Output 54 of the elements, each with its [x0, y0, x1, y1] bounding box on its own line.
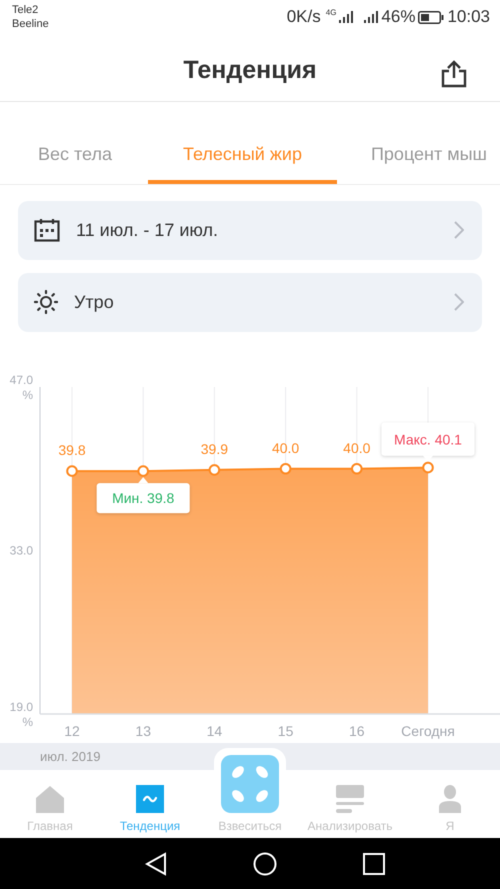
house-icon — [35, 785, 65, 814]
value-label: 40.0 — [343, 439, 370, 456]
scale-icon — [221, 755, 279, 814]
nav-item[interactable]: Анализировать — [300, 770, 400, 838]
battery-icon — [418, 10, 444, 24]
annotation: Мин. 39.8 — [112, 490, 175, 506]
carrier-name: Beeline — [12, 17, 49, 31]
axis-tick-label: 19.0 % — [10, 700, 33, 729]
tab[interactable]: Телесный жир — [148, 102, 337, 184]
data-point — [66, 464, 78, 476]
page-title: Тенденция — [183, 56, 317, 85]
nav-item[interactable]: Взвеситься — [200, 748, 300, 838]
axis-tick-label: 14 — [206, 722, 222, 739]
clock: 10:03 — [447, 7, 490, 27]
network-type: 4G — [326, 8, 336, 17]
back-icon[interactable] — [145, 852, 167, 876]
network-speed: 0K/s — [286, 7, 321, 27]
value-label: 40.0 — [272, 439, 300, 456]
data-point — [280, 462, 292, 474]
recents-icon[interactable] — [363, 852, 385, 875]
nav-item[interactable]: Главная — [0, 770, 100, 838]
data-point — [351, 462, 363, 474]
share-icon[interactable] — [441, 60, 467, 88]
nav-item[interactable]: Тенденция — [100, 770, 200, 838]
axis-tick-label: Сегодня — [401, 722, 455, 739]
axis-tick-label: 15 — [278, 722, 294, 739]
home-icon[interactable] — [253, 852, 277, 876]
nav-item[interactable]: Я — [400, 770, 500, 838]
axis-tick-label: 16 — [349, 722, 365, 739]
carrier-name: Tele2 — [12, 3, 40, 17]
axis-tick-label: 13 — [135, 722, 151, 739]
tab[interactable]: Вес тела — [8, 102, 142, 184]
value-label: 39.9 — [200, 440, 228, 457]
value-label: 39.8 — [58, 442, 86, 458]
person-icon — [439, 785, 461, 814]
sun-icon — [34, 290, 58, 314]
document-icon — [336, 785, 364, 814]
signal-icon — [364, 11, 378, 23]
battery-percent: 46% — [381, 7, 416, 27]
data-point — [208, 464, 220, 476]
axis-tick-label: 33.0 — [10, 543, 33, 558]
value-callout: Мин. 39.8 — [96, 476, 190, 513]
chevron-icon — [454, 221, 464, 240]
tab[interactable]: Процент мыш — [349, 102, 500, 184]
axis-tick-label: 47.0 % — [10, 372, 33, 402]
period-selector[interactable]: Утро — [18, 272, 482, 332]
chevron-icon — [454, 293, 464, 312]
signal-icon — [339, 11, 354, 23]
annotation: Макс. 40.1 — [394, 431, 462, 448]
month-label: июл. 2019 — [40, 749, 100, 764]
trend-icon — [136, 785, 164, 814]
date-range-selector[interactable]: 11 июл. - 17 июл. — [18, 200, 482, 260]
axis-tick-label: 12 — [64, 722, 80, 739]
calendar-icon — [34, 218, 60, 242]
